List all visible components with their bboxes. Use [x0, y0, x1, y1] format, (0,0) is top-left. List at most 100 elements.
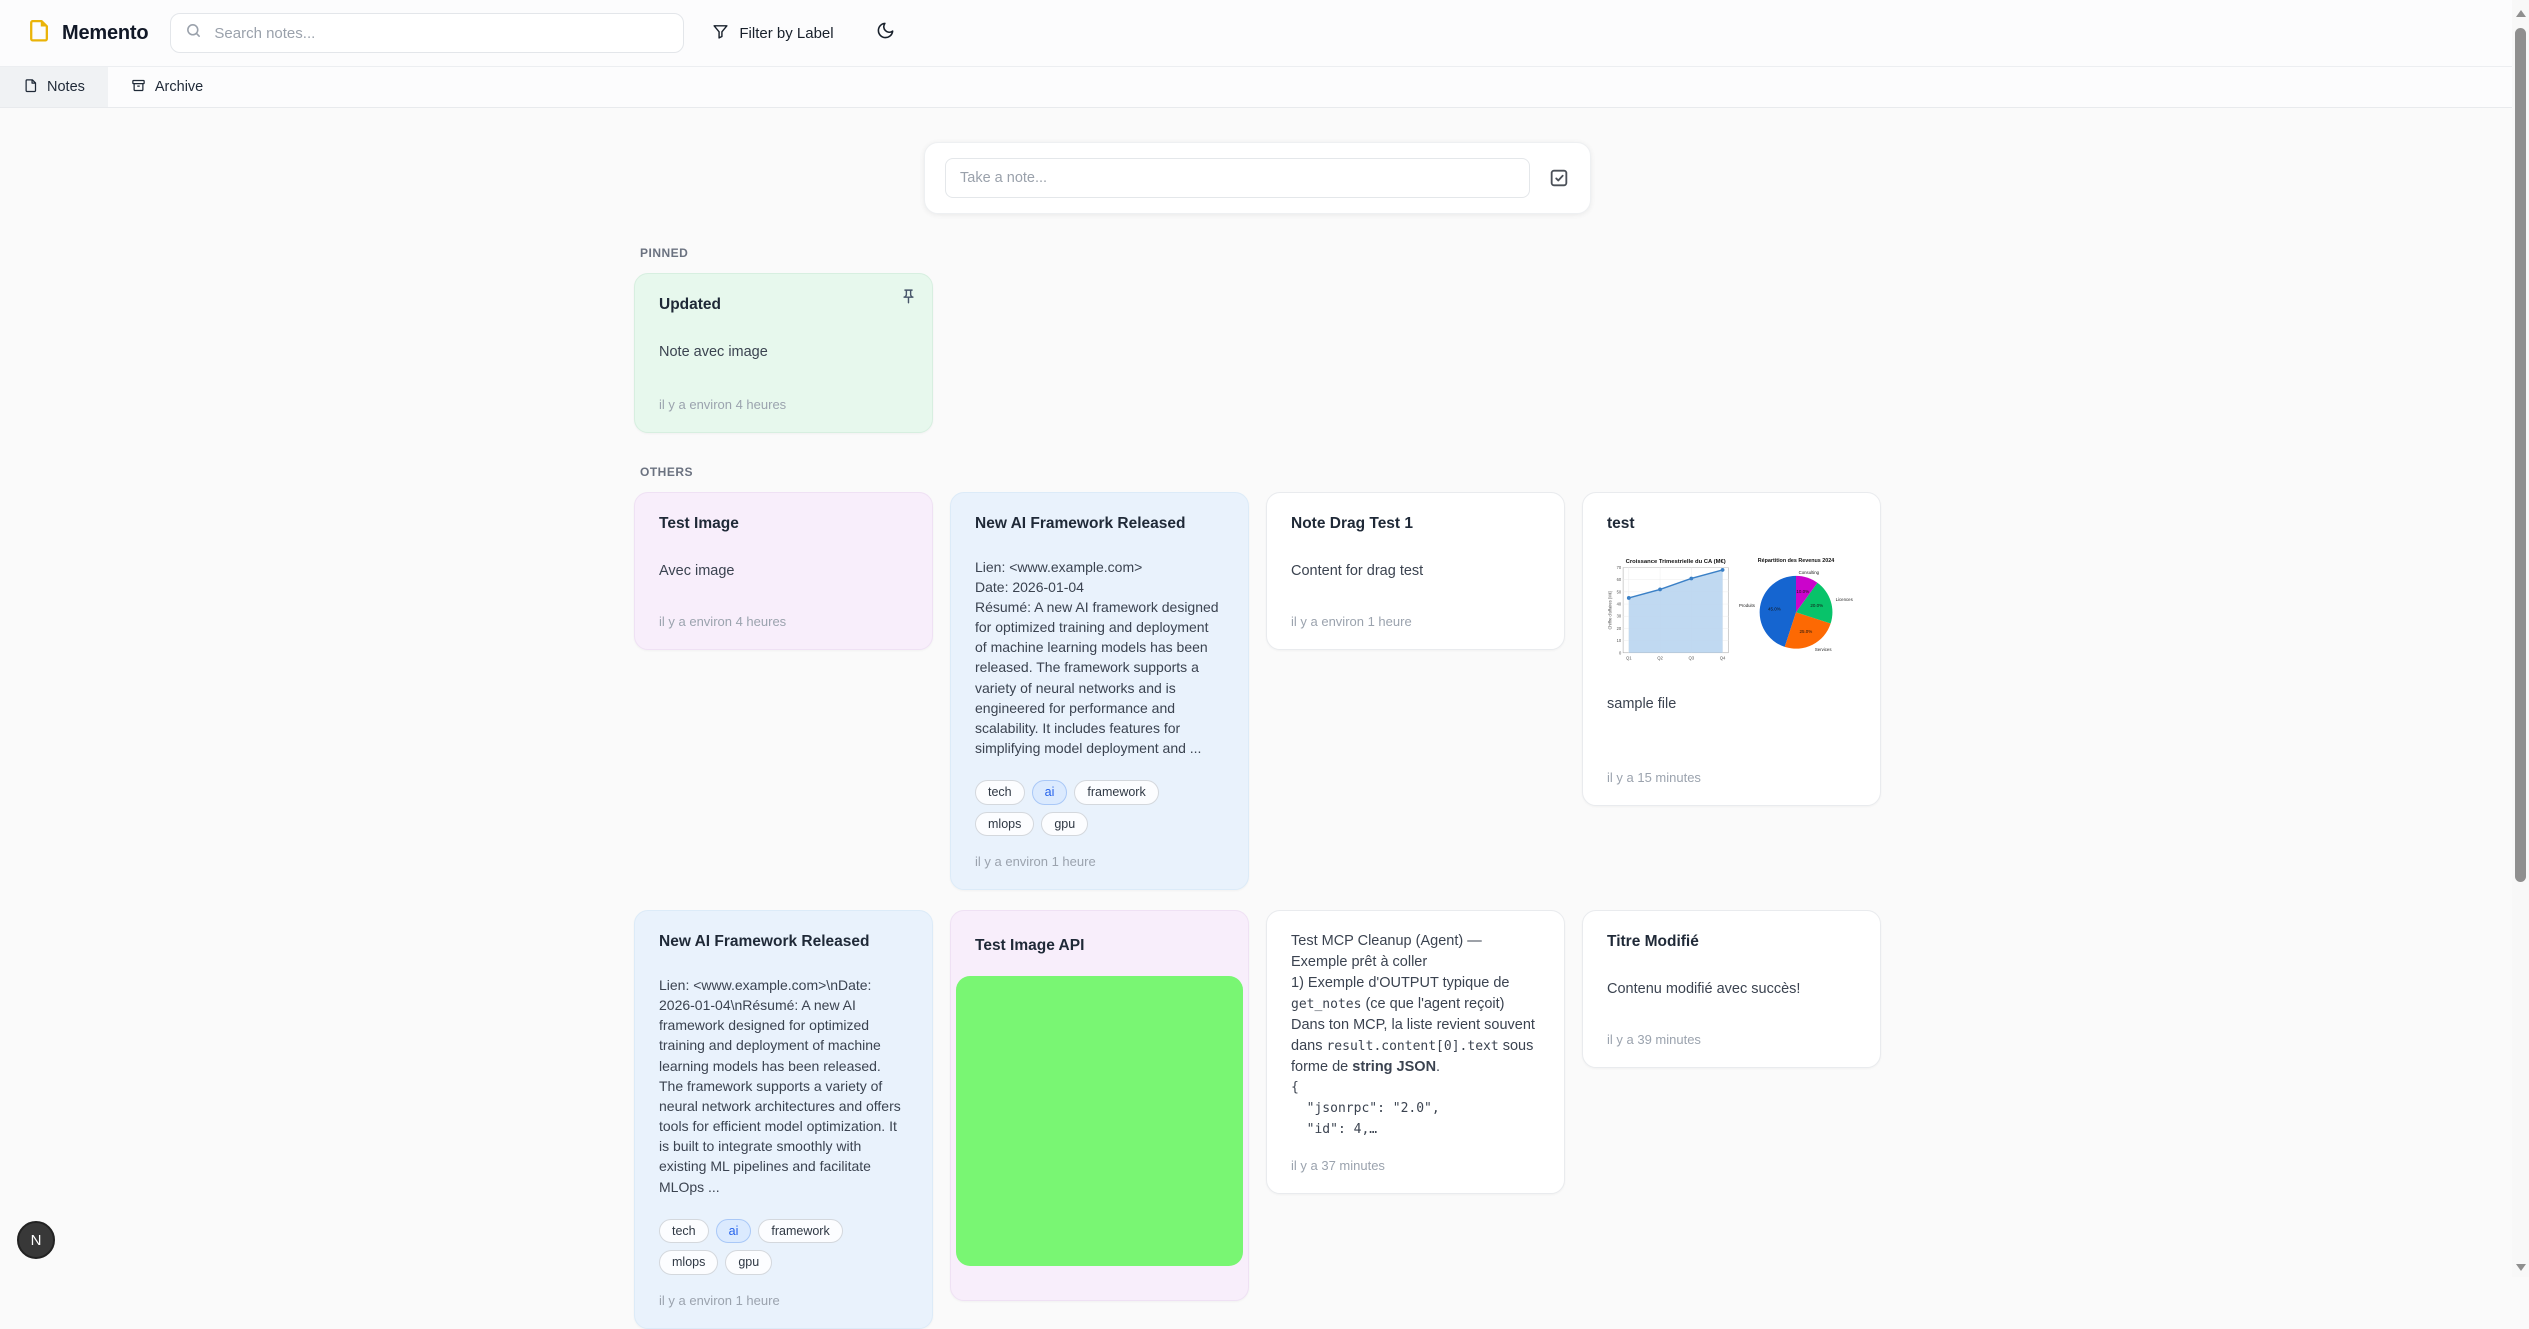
svg-text:Consulting: Consulting	[1799, 570, 1820, 575]
memento-file-icon	[26, 18, 51, 48]
note-title: test	[1607, 513, 1856, 535]
note-body: Note avec image	[659, 342, 908, 363]
app-header: Memento Filter by Label	[0, 0, 2529, 66]
note-timestamp: il y a environ 1 heure	[659, 1275, 908, 1308]
tag-pill-tech[interactable]: tech	[659, 1219, 709, 1244]
tag-pill-gpu[interactable]: gpu	[1041, 812, 1088, 837]
note-title: New AI Framework Released	[975, 513, 1224, 535]
take-a-note-card	[924, 142, 1591, 214]
others-section-label: OTHERS	[640, 465, 1881, 479]
note-timestamp: il y a environ 1 heure	[1291, 596, 1540, 629]
tag-pill-ai[interactable]: ai	[716, 1219, 752, 1244]
dark-mode-toggle[interactable]	[876, 21, 895, 45]
svg-text:20.0%: 20.0%	[1810, 603, 1823, 608]
note-card-test-image-api[interactable]: Test Image API	[950, 910, 1249, 1301]
svg-text:70: 70	[1617, 565, 1622, 570]
note-card-mcp-cleanup[interactable]: Test MCP Cleanup (Agent) — Exemple prêt …	[1266, 910, 1565, 1194]
note-card-test-image[interactable]: Test Image Avec image il y a environ 4 h…	[634, 492, 933, 650]
tag-pill-framework[interactable]: framework	[758, 1219, 842, 1244]
notes-main: PINNED Updated Note avec image il y a en…	[634, 108, 1881, 1329]
tag-pill-mlops[interactable]: mlops	[659, 1250, 718, 1275]
filter-by-label-text: Filter by Label	[739, 25, 833, 42]
avatar-initial: N	[31, 1232, 42, 1249]
scrollbar-up-arrow[interactable]	[2516, 10, 2526, 17]
svg-text:Services: Services	[1815, 646, 1832, 651]
note-card-test-charts[interactable]: test 010203040506070Q1Q2Q3Q4Croissance T…	[1582, 492, 1881, 806]
scrollbar-down-arrow[interactable]	[2516, 1264, 2526, 1271]
note-timestamp: il y a environ 4 heures	[659, 596, 908, 629]
search-bar	[170, 13, 684, 53]
note-file-icon	[23, 78, 38, 97]
svg-text:50: 50	[1617, 589, 1622, 594]
checklist-button[interactable]	[1548, 167, 1570, 189]
note-body: sample file	[1607, 694, 1856, 715]
page-scrollbar	[2512, 0, 2529, 1277]
tab-archive-label: Archive	[155, 79, 203, 95]
funnel-icon	[712, 23, 729, 44]
note-body: Content for drag test	[1291, 561, 1540, 582]
filter-by-label-button[interactable]: Filter by Label	[712, 23, 833, 44]
tag-pill-mlops[interactable]: mlops	[975, 812, 1034, 837]
user-avatar[interactable]: N	[17, 1221, 55, 1259]
note-card-updated[interactable]: Updated Note avec image il y a environ 4…	[634, 273, 933, 433]
moon-icon	[876, 21, 895, 45]
note-timestamp: il y a environ 4 heures	[659, 379, 908, 412]
app-logo: Memento	[26, 18, 148, 48]
svg-text:Q1: Q1	[1626, 655, 1632, 660]
note-body: Lien: <www.example.com>\nDate: 2026-01-0…	[659, 975, 908, 1197]
svg-text:Q2: Q2	[1657, 655, 1663, 660]
svg-text:45.0%: 45.0%	[1768, 606, 1781, 611]
note-timestamp: il y a 15 minutes	[1607, 752, 1856, 785]
svg-text:Q3: Q3	[1688, 655, 1694, 660]
tag-list: techaiframework mlops gpu	[975, 780, 1224, 836]
svg-text:10.0%: 10.0%	[1796, 589, 1809, 594]
scrollbar-thumb[interactable]	[2515, 28, 2526, 882]
svg-text:0: 0	[1619, 650, 1622, 655]
note-card-drag-test[interactable]: Note Drag Test 1 Content for drag test i…	[1266, 492, 1565, 650]
tag-pill-framework[interactable]: framework	[1074, 780, 1158, 805]
tag-pill-tech[interactable]: tech	[975, 780, 1025, 805]
pin-icon[interactable]	[900, 288, 917, 310]
app-title: Memento	[62, 22, 148, 45]
line-chart-image: 010203040506070Q1Q2Q3Q4Croissance Trimes…	[1607, 555, 1733, 670]
tab-archive[interactable]: Archive	[108, 67, 226, 107]
others-grid: Test Image Avec image il y a environ 4 h…	[634, 492, 1881, 1329]
svg-text:Répartition des Revenus 2024: Répartition des Revenus 2024	[1758, 558, 1834, 564]
note-body: Contenu modifié avec succès!	[1607, 979, 1856, 1000]
note-body: Test MCP Cleanup (Agent) — Exemple prêt …	[1291, 931, 1540, 1140]
svg-text:Produits: Produits	[1739, 603, 1755, 608]
pinned-grid: Updated Note avec image il y a environ 4…	[634, 273, 1881, 433]
svg-text:Licences: Licences	[1836, 597, 1853, 602]
svg-text:Chiffre d'affaires (M€): Chiffre d'affaires (M€)	[1608, 590, 1613, 629]
svg-text:20: 20	[1617, 626, 1622, 631]
note-body: Avec image	[659, 561, 908, 582]
svg-text:10: 10	[1617, 638, 1622, 643]
svg-text:Croissance Trimestrielle du CA: Croissance Trimestrielle du CA (M€)	[1626, 558, 1726, 564]
note-title: New AI Framework Released	[659, 931, 908, 953]
note-image-green	[956, 976, 1243, 1266]
tab-bar: Notes Archive	[0, 66, 2529, 108]
search-input[interactable]	[212, 24, 669, 43]
svg-text:25.0%: 25.0%	[1800, 629, 1813, 634]
archive-icon	[131, 78, 146, 97]
note-timestamp: il y a 37 minutes	[1291, 1140, 1540, 1173]
tag-list: techaiframework mlops gpu	[659, 1219, 908, 1275]
svg-text:60: 60	[1617, 577, 1622, 582]
note-timestamp: il y a environ 1 heure	[975, 836, 1224, 869]
take-a-note-input[interactable]	[945, 158, 1530, 198]
note-card-new-ai-framework-2[interactable]: New AI Framework Released Lien: <www.exa…	[634, 910, 933, 1328]
tag-pill-gpu[interactable]: gpu	[725, 1250, 772, 1275]
pie-chart-image: Répartition des Revenus 2024 45.0% Produit…	[1735, 555, 1857, 660]
tab-notes[interactable]: Notes	[0, 67, 108, 107]
note-image-charts: 010203040506070Q1Q2Q3Q4Croissance Trimes…	[1607, 555, 1856, 670]
tag-pill-ai[interactable]: ai	[1032, 780, 1068, 805]
tab-notes-label: Notes	[47, 79, 85, 95]
note-card-new-ai-framework-1[interactable]: New AI Framework Released Lien: <www.exa…	[950, 492, 1249, 890]
note-title: Updated	[659, 294, 908, 316]
note-card-titre-modifie[interactable]: Titre Modifié Contenu modifié avec succè…	[1582, 910, 1881, 1068]
note-body: Lien: <www.example.com> Date: 2026-01-04…	[975, 557, 1224, 759]
search-icon	[185, 22, 202, 44]
note-title: Test Image	[659, 513, 908, 535]
note-title: Test Image API	[951, 911, 1248, 971]
pinned-section-label: PINNED	[640, 246, 1881, 260]
